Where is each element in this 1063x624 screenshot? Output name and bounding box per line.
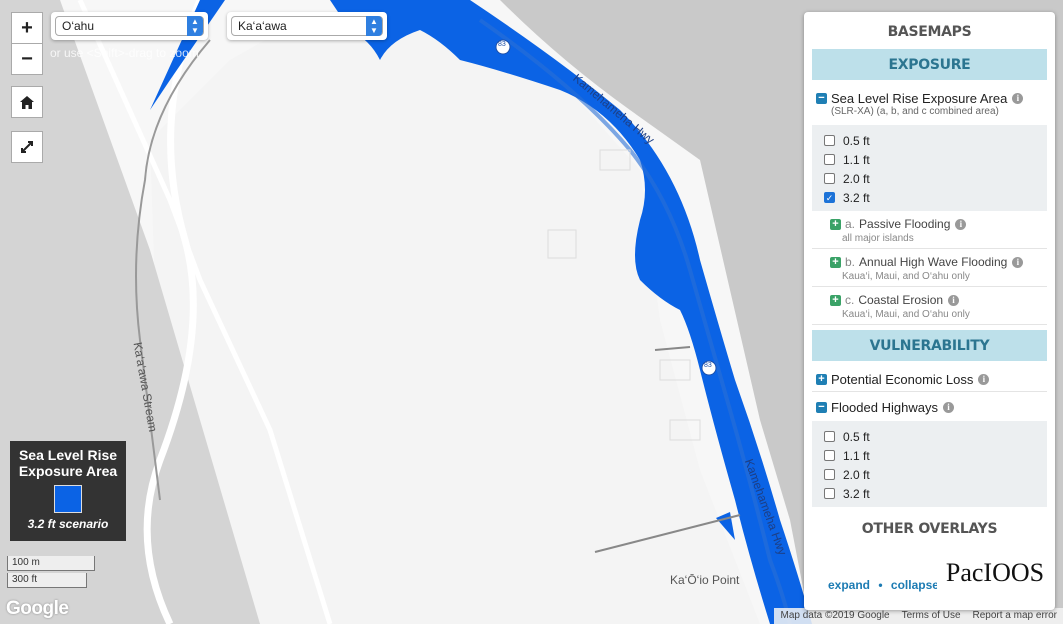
map-legend: Sea Level Rise Exposure Area 3.2 ft scen… bbox=[10, 441, 126, 541]
option-label: 1.1 ft bbox=[843, 152, 870, 167]
option-label: 2.0 ft bbox=[843, 467, 870, 482]
checkbox[interactable] bbox=[824, 488, 835, 499]
checkbox[interactable] bbox=[824, 450, 835, 461]
slr-option[interactable]: 1.1 ft bbox=[824, 150, 1047, 169]
expand-icon[interactable]: + bbox=[830, 256, 841, 268]
place-label: Ka‘Ō‘io Point bbox=[670, 573, 740, 587]
home-icon bbox=[20, 95, 34, 109]
home-button[interactable] bbox=[11, 86, 43, 118]
expand-icon[interactable]: + bbox=[830, 218, 841, 230]
zoom-hint: or use <Shift>-drag to zoom bbox=[50, 46, 199, 60]
legend-scenario: 3.2 ft scenario bbox=[27, 517, 109, 531]
slr-option[interactable]: 0.5 ft bbox=[824, 131, 1047, 150]
highway-options: 0.5 ft 1.1 ft 2.0 ft 3.2 ft bbox=[812, 421, 1047, 507]
link-separator: • bbox=[878, 578, 883, 592]
layers-panel: BASEMAPS EXPOSURE − Sea Level Rise Expos… bbox=[804, 12, 1055, 610]
flooded-highways-row[interactable]: − Flooded Highways i bbox=[812, 400, 1047, 415]
attribution-bar: Map data ©2019 Google Terms of Use Repor… bbox=[774, 608, 1063, 624]
option-label: 3.2 ft bbox=[843, 486, 870, 501]
checkbox[interactable] bbox=[824, 431, 835, 442]
location-value: Ka‘a‘awa bbox=[238, 19, 287, 33]
route-shield-label: 83 bbox=[498, 41, 506, 48]
scale-metric: 100 m bbox=[7, 556, 95, 571]
pacioos-logo[interactable]: PacIOOS bbox=[937, 555, 1053, 591]
island-value: O‘ahu bbox=[62, 19, 95, 33]
map-data-text: Map data ©2019 Google bbox=[780, 610, 890, 621]
info-icon[interactable]: i bbox=[1012, 256, 1024, 268]
legend-title: Sea Level Rise bbox=[18, 447, 118, 463]
fullscreen-button[interactable] bbox=[11, 131, 43, 163]
checkbox[interactable] bbox=[824, 469, 835, 480]
zoom-out-button[interactable]: − bbox=[11, 43, 43, 75]
slr-layer-sub: (SLR-XA) (a, b, and c combined area) bbox=[831, 106, 999, 117]
expand-icon[interactable]: + bbox=[816, 374, 827, 385]
info-icon[interactable]: i bbox=[955, 218, 967, 230]
google-logo: Google bbox=[6, 598, 69, 619]
sublayer-desc: Kaua‘i, Maui, and O‘ahu only bbox=[842, 309, 970, 320]
sublayer-name: Coastal Erosion bbox=[858, 293, 944, 307]
scale-imperial: 300 ft bbox=[7, 573, 87, 588]
option-label: 0.5 ft bbox=[843, 133, 870, 148]
slr-layer-label: Sea Level Rise Exposure Area bbox=[831, 91, 1008, 106]
zoom-in-button[interactable]: + bbox=[11, 12, 43, 44]
checkbox[interactable] bbox=[824, 173, 835, 184]
vulnerability-header[interactable]: VULNERABILITY bbox=[812, 329, 1047, 361]
route-shield-label: 83 bbox=[704, 362, 712, 369]
basemaps-header[interactable]: BASEMAPS bbox=[812, 16, 1047, 48]
terms-link[interactable]: Terms of Use bbox=[902, 610, 961, 622]
slr-option[interactable]: 2.0 ft bbox=[824, 169, 1047, 188]
collapse-icon[interactable]: − bbox=[816, 93, 827, 104]
option-label: 3.2 ft bbox=[843, 190, 870, 205]
sublayer-letter: c. bbox=[845, 293, 855, 307]
other-overlays-header[interactable]: OTHER OVERLAYS bbox=[812, 513, 1047, 545]
slr-layer-row[interactable]: − Sea Level Rise Exposure Area i bbox=[812, 91, 1047, 106]
highway-option[interactable]: 0.5 ft bbox=[824, 427, 1047, 446]
highway-option[interactable]: 2.0 ft bbox=[824, 465, 1047, 484]
collapse-icon[interactable]: − bbox=[816, 402, 827, 413]
sublayer-erosion[interactable]: + c. Coastal Erosion i Kaua‘i, Maui, and O‘… bbox=[812, 287, 1047, 325]
economic-loss-row[interactable]: + Potential Economic Loss i bbox=[812, 372, 1047, 392]
expand-arrows-icon bbox=[21, 141, 33, 153]
checkbox[interactable] bbox=[824, 154, 835, 165]
highway-option[interactable]: 3.2 ft bbox=[824, 484, 1047, 503]
sublayer-letter: a. bbox=[845, 217, 856, 231]
info-icon[interactable]: i bbox=[978, 374, 990, 385]
checkbox[interactable] bbox=[824, 135, 835, 146]
exposure-header[interactable]: EXPOSURE bbox=[812, 48, 1047, 80]
sublayer-desc: Kaua‘i, Maui, and O‘ahu only bbox=[842, 271, 970, 282]
sublayer-letter: b. bbox=[845, 255, 856, 269]
highway-option[interactable]: 1.1 ft bbox=[824, 446, 1047, 465]
info-icon[interactable]: i bbox=[948, 294, 960, 306]
info-icon[interactable]: i bbox=[942, 402, 954, 413]
report-error-link[interactable]: Report a map error bbox=[973, 610, 1057, 622]
location-dropdown[interactable]: Ka‘a‘awa ▲ ▼ bbox=[227, 12, 387, 40]
expand-icon[interactable]: + bbox=[830, 294, 841, 306]
expand-link[interactable]: expand bbox=[828, 578, 870, 592]
legend-swatch bbox=[54, 485, 82, 513]
slr-option[interactable]: ✓ 3.2 ft bbox=[824, 188, 1047, 207]
economic-loss-label: Potential Economic Loss bbox=[831, 372, 974, 387]
sublayer-desc: all major islands bbox=[842, 233, 914, 244]
option-label: 1.1 ft bbox=[843, 448, 870, 463]
flooded-highways-label: Flooded Highways bbox=[831, 400, 938, 415]
option-label: 0.5 ft bbox=[843, 429, 870, 444]
sublayer-name: Passive Flooding bbox=[859, 217, 951, 231]
island-dropdown[interactable]: O‘ahu ▲ ▼ bbox=[51, 12, 208, 40]
sublayer-wave[interactable]: + b. Annual High Wave Flooding i Kaua‘i, Ma… bbox=[812, 249, 1047, 287]
select-arrows-icon: ▲ ▼ bbox=[187, 16, 203, 36]
slr-options: 0.5 ft 1.1 ft 2.0 ft ✓ 3.2 ft bbox=[812, 125, 1047, 211]
collapse-link[interactable]: collapse bbox=[891, 578, 939, 592]
info-icon[interactable]: i bbox=[1012, 93, 1024, 104]
sublayer-name: Annual High Wave Flooding bbox=[859, 255, 1008, 269]
checkbox-checked[interactable]: ✓ bbox=[824, 192, 835, 203]
expand-collapse-links: expand • collapse bbox=[828, 578, 939, 592]
legend-title: Exposure Area bbox=[18, 463, 118, 479]
sublayer-passive[interactable]: + a. Passive Flooding i all major islands bbox=[812, 211, 1047, 249]
select-arrows-icon: ▲ ▼ bbox=[366, 16, 382, 36]
option-label: 2.0 ft bbox=[843, 171, 870, 186]
